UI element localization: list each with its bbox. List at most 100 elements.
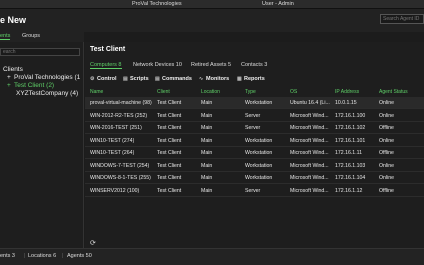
table-cell: Microsoft Wind... <box>290 150 329 156</box>
table-cell: Main <box>201 150 213 156</box>
table-cell: Online <box>379 137 394 144</box>
client-title: Test Client <box>90 46 126 53</box>
table-cell: WIN-2016-TEST (251) <box>90 125 142 131</box>
expand-icon[interactable]: + <box>7 74 14 81</box>
tab-contacts[interactable]: Contacts 3 <box>241 62 267 68</box>
tree-item-label: Clients <box>3 66 23 73</box>
column-header[interactable]: IP Address <box>335 89 359 95</box>
tree-item-proval[interactable]: + ProVal Technologies (1 <box>7 74 80 81</box>
commands-button[interactable]: ▤ Commands <box>155 76 192 82</box>
column-header[interactable]: Agent Status <box>379 89 408 95</box>
table-cell: Main <box>201 100 213 106</box>
table-cell: Test Client <box>157 125 182 131</box>
scripts-icon: ▤ <box>123 76 128 82</box>
control-icon: ⚙ <box>90 76 95 82</box>
table-cell: Main <box>201 137 213 144</box>
table-cell: Ubuntu 16.4 (Li... <box>290 100 330 106</box>
table-cell: Offline <box>379 125 394 131</box>
reports-button[interactable]: ▦ Reports <box>237 76 265 82</box>
tree-root-clients[interactable]: Clients <box>3 66 23 73</box>
monitors-button[interactable]: ∿ Monitors <box>199 76 229 82</box>
control-button[interactable]: ⚙ Control <box>90 76 117 82</box>
table-cell: 172.16.1.101 <box>335 137 366 144</box>
table-cell: Workstation <box>245 100 273 106</box>
table-cell: 172.16.1.104 <box>335 175 366 181</box>
tab-groups[interactable]: Groups <box>22 33 40 39</box>
tab-retired-assets[interactable]: Retired Assets 5 <box>191 62 231 68</box>
table-cell: Test Client <box>157 100 182 106</box>
scripts-button[interactable]: ▤ Scripts <box>123 76 149 82</box>
agents-count: Agents 50 <box>67 253 92 259</box>
refresh-icon[interactable]: ⟳ <box>90 239 96 247</box>
column-header[interactable]: Type <box>245 89 256 95</box>
company-name: ProVal Technologies <box>132 1 182 7</box>
table-cell: proval-virtual-machine (98) <box>90 100 152 106</box>
table-cell: 172.16.1.102 <box>335 125 366 131</box>
table-row[interactable]: WIN-2012-R2-TES (252) Test Client Main Serv… <box>85 110 424 122</box>
table-cell: WINDOWS-7-TEST (254) <box>90 162 150 169</box>
table-cell: 172.16.1.12 <box>335 187 363 194</box>
table-cell: WIN10-TEST (264) <box>90 150 135 156</box>
table-cell: Main <box>201 125 213 131</box>
table-cell: Test Client <box>157 187 182 194</box>
table-row[interactable]: WIN10-TEST (274) Test Client Main Workstati… <box>85 135 424 147</box>
table-cell: WINDOWS-8-1-TES (255) <box>90 175 151 181</box>
table-cell: 172.16.1.100 <box>335 112 366 119</box>
status-divider: | <box>62 253 64 259</box>
tree-item-label: XYZTestCompany (4) <box>16 90 79 97</box>
tab-network-devices[interactable]: Network Devices 10 <box>133 62 182 68</box>
status-divider: | <box>24 253 26 259</box>
table-row[interactable]: proval-virtual-machine (98) Test Client Ma… <box>85 97 424 109</box>
sidebar-search-input[interactable] <box>0 48 80 56</box>
table-row[interactable]: WINDOWS-8-1-TES (255) Test Client Main Work… <box>85 172 424 184</box>
user-label: User - Admin <box>262 1 294 7</box>
locations-count: Locations 6 <box>28 253 57 259</box>
column-header[interactable]: Client <box>157 89 170 95</box>
table-cell: Online <box>379 175 394 181</box>
table-cell: Test Client <box>157 150 182 156</box>
table-cell: Offline <box>379 187 394 194</box>
tab-computers[interactable]: Computers 8 <box>90 62 122 69</box>
table-cell: Main <box>201 175 213 181</box>
column-header[interactable]: Name <box>90 89 103 95</box>
table-cell: Workstation <box>245 162 273 169</box>
table-cell: Microsoft Wind... <box>290 137 329 144</box>
table-cell: Workstation <box>245 150 273 156</box>
table-row[interactable]: WINDOWS-7-TEST (254) Test Client Main Works… <box>85 160 424 172</box>
tab-clients[interactable]: ents <box>0 33 11 40</box>
sidebar: Clients +ProVal Technologies (1 +Test Cl… <box>0 42 84 248</box>
table-cell: Online <box>379 112 394 119</box>
table-cell: Main <box>201 112 213 119</box>
table-cell: 10.0.1.15 <box>335 100 357 106</box>
title-bar: ProVal Technologies User - Admin <box>0 0 424 9</box>
table-row[interactable]: WINSERV2012 (100) Test Client Main Server Mi… <box>85 185 424 197</box>
left-tabs: ents Groups <box>0 32 84 42</box>
table-cell: Test Client <box>157 162 182 169</box>
table-row[interactable]: WIN-2016-TEST (251) Test Client Main Server… <box>85 122 424 134</box>
table-cell: Server <box>245 187 261 194</box>
table-cell: Microsoft Wind... <box>290 112 329 119</box>
expand-icon[interactable]: + <box>7 82 14 89</box>
column-header[interactable]: OS <box>290 89 297 95</box>
table-cell: Server <box>245 112 261 119</box>
table-cell: Online <box>379 162 394 169</box>
table-cell: Main <box>201 162 213 169</box>
table-cell: Microsoft Wind... <box>290 162 329 169</box>
tree-item-test-client[interactable]: + Test Client (2) <box>7 82 54 89</box>
table-cell: Test Client <box>157 175 182 181</box>
table-cell: Server <box>245 125 261 131</box>
column-header[interactable]: Location <box>201 89 220 95</box>
tree-item-xyz[interactable]: XYZTestCompany (4) <box>16 90 78 97</box>
table-cell: WIN-2012-R2-TES (252) <box>90 112 148 119</box>
table-cell: Microsoft Wind... <box>290 175 329 181</box>
table-cell: Microsoft Wind... <box>290 187 329 194</box>
app-header: e New <box>0 9 424 32</box>
table-cell: Test Client <box>157 112 182 119</box>
table-cell: Workstation <box>245 175 273 181</box>
table-cell: WINSERV2012 (100) <box>90 187 140 194</box>
clients-count: ents 3 <box>0 253 15 259</box>
table-row[interactable]: WIN10-TEST (264) Test Client Main Workstati… <box>85 147 424 159</box>
agent-search-input[interactable] <box>380 14 424 24</box>
table-cell: 172.16.1.11 <box>335 150 363 156</box>
reports-icon: ▦ <box>237 76 242 82</box>
